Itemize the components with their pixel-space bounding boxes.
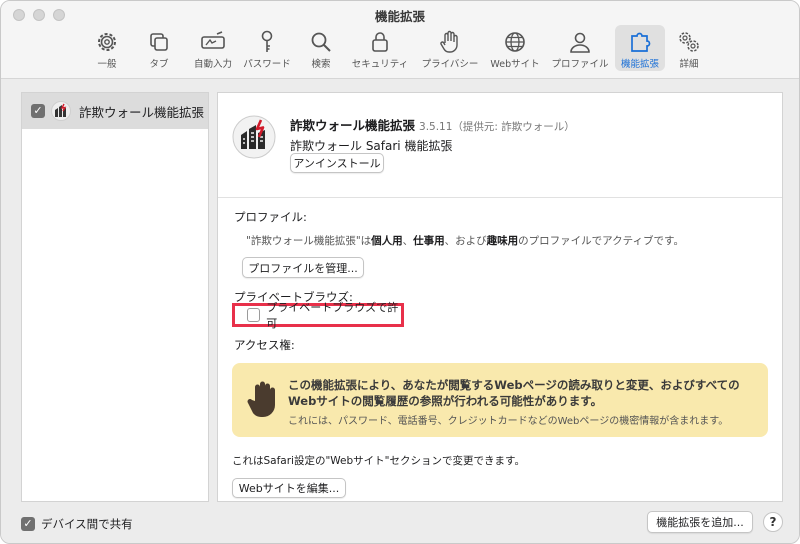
tab-tabs[interactable]: タブ (139, 25, 179, 71)
tab-passwords[interactable]: パスワード (241, 25, 293, 71)
tab-security[interactable]: セキュリティ (349, 25, 411, 71)
profiles-desc-suffix: のプロファイルでアクティブです。 (518, 235, 684, 247)
extension-name: 詐欺ウォール機能拡張 (79, 104, 205, 120)
scam-wall-app-icon (232, 115, 276, 159)
content-area: ✓ 詐欺ウォール機能拡張 詐欺ウォール機能拡張 3.5.11（提供元: 詐欺ウォ… (1, 80, 799, 543)
tab-autofill[interactable]: 自動入力 (189, 25, 237, 71)
profile-personal: 個人用 (371, 235, 403, 247)
extension-title-row: 詐欺ウォール機能拡張 3.5.11（提供元: 詐欺ウォール） (290, 115, 575, 134)
add-extensions-button[interactable]: 機能拡張を追加... (647, 511, 753, 533)
key-icon (261, 30, 273, 52)
titlebar: 機能拡張 一般 タブ 自動入力 パスワード 検索 セキュリティ プライバシー W… (1, 1, 799, 79)
tab-extensions[interactable]: 機能拡張 (615, 25, 665, 71)
profile-hobby: 趣味用 (486, 235, 519, 247)
warning-line-1: この機能拡張により、あなたが閲覧するWebページの読み取りと変更、およびすべての (288, 378, 740, 392)
tab-general[interactable]: 一般 (87, 25, 127, 71)
extension-detail-panel: 詐欺ウォール機能拡張 3.5.11（提供元: 詐欺ウォール） 詐欺ウォール Saf… (217, 92, 783, 502)
lock-icon (372, 32, 388, 52)
profile-work: 仕事用 (413, 235, 445, 247)
private-browsing-checkbox-label[interactable]: プライベートブラウズで許可 (266, 299, 401, 331)
profiles-desc-sep2: 、および (444, 235, 487, 247)
tab-search[interactable]: 検索 (303, 25, 339, 71)
private-browsing-highlight: プライベートブラウズで許可 (232, 301, 404, 330)
extensions-list-item[interactable]: ✓ 詐欺ウォール機能拡張 (22, 93, 208, 129)
tabs-icon (150, 33, 168, 51)
tab-profiles[interactable]: プロファイル (549, 25, 611, 71)
tab-privacy[interactable]: プライバシー (419, 25, 481, 71)
search-icon (311, 32, 331, 52)
hand-icon (247, 381, 275, 417)
profiles-heading: プロファイル: (234, 210, 307, 224)
profiles-desc-prefix: "詐欺ウォール機能拡張"は (246, 235, 372, 247)
autofill-icon (201, 31, 225, 49)
warning-line-2: Webサイトの閲覧履歴の参照が行われる可能性があります。 (288, 394, 603, 408)
extension-header: 詐欺ウォール機能拡張 3.5.11（提供元: 詐欺ウォール） 詐欺ウォール Saf… (218, 93, 782, 198)
websites-note: これはSafari設定の"Webサイト"セクションで変更できます。 (232, 455, 525, 467)
hand-icon (440, 30, 458, 53)
share-across-devices-label: デバイス間で共有 (41, 517, 133, 531)
tab-websites[interactable]: Webサイト (487, 25, 543, 71)
manage-profiles-button[interactable]: プロファイルを管理... (242, 257, 364, 278)
gear-icon (98, 33, 116, 51)
tab-advanced[interactable]: 詳細 (671, 25, 707, 71)
profiles-description: "詐欺ウォール機能拡張"は個人用、仕事用、および趣味用のプロファイルでアクティブ… (246, 233, 684, 248)
preferences-window: 機能拡張 一般 タブ 自動入力 パスワード 検索 セキュリティ プライバシー W… (0, 0, 800, 544)
warning-line-3: これには、パスワード、電話番号、クレジットカードなどのWebページの機密情報が含… (288, 416, 729, 427)
puzzle-icon (631, 32, 651, 52)
extension-subtitle: 詐欺ウォール Safari 機能拡張 (290, 139, 453, 153)
share-across-devices-checkbox[interactable]: ✓ (21, 517, 35, 531)
private-browsing-checkbox[interactable] (247, 308, 261, 322)
extension-enabled-checkbox[interactable]: ✓ (31, 104, 45, 118)
help-button[interactable]: ? (763, 512, 783, 532)
scam-wall-app-icon (51, 101, 71, 121)
extension-version: 3.5.11（提供元: 詐欺ウォール） (419, 121, 575, 133)
gears-icon (679, 32, 699, 52)
window-title: 機能拡張 (374, 9, 425, 24)
person-icon (570, 32, 590, 53)
profiles-desc-sep1: 、 (402, 235, 414, 247)
globe-icon (505, 32, 525, 52)
edit-websites-button[interactable]: Webサイトを編集... (232, 478, 346, 498)
uninstall-button[interactable]: アンインストール (290, 153, 384, 173)
extension-title: 詐欺ウォール機能拡張 (290, 118, 416, 133)
access-heading: アクセス権: (234, 338, 295, 352)
share-across-devices[interactable]: ✓ デバイス間で共有 (21, 516, 133, 532)
access-warning-box: この機能拡張により、あなたが閲覧するWebページの読み取りと変更、およびすべての… (232, 363, 768, 437)
extensions-list: ✓ 詐欺ウォール機能拡張 (21, 92, 209, 502)
